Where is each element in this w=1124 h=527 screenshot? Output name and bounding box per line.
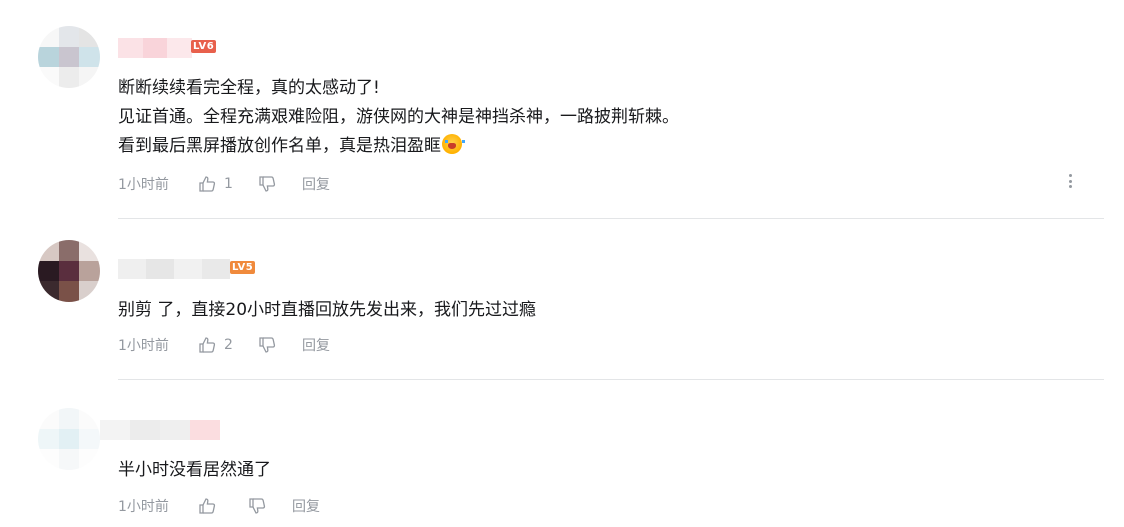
more-options-icon[interactable] (1062, 173, 1078, 189)
comment-item: LV6 断断续续看完全程，真的太感动了! 见证首通。全程充满艰难险阻，游侠网的大… (0, 0, 1124, 220)
level-badge: LV5 (230, 261, 256, 274)
comment-line: 见证首通。全程充满艰难险阻，游侠网的大神是神挡杀神，一路披荆斩棘。 (118, 107, 679, 127)
comment-line: 别剪 了，直接20小时直播回放先发出来，我们先过过瘾 (118, 300, 537, 320)
comment-meta: 1小时前 1 回复 (118, 173, 330, 195)
thumbs-up-icon (199, 337, 216, 353)
avatar[interactable] (38, 408, 100, 470)
comment-time: 1小时前 (118, 338, 169, 354)
comment-line: 半小时没看居然通了 (118, 460, 271, 480)
comment-time: 1小时前 (118, 499, 169, 515)
crying-emoji-icon (442, 134, 465, 154)
dislike-button[interactable] (248, 497, 292, 515)
username-blurred[interactable] (118, 259, 230, 279)
comment-item: 半小时没看居然通了 1小时前 回复 (0, 380, 1124, 527)
comment-line: 看到最后黑屏播放创作名单，真是热泪盈眶 (118, 132, 679, 161)
reply-button[interactable]: 回复 (302, 335, 330, 355)
comment-meta: 1小时前 回复 (118, 495, 320, 517)
like-button[interactable] (198, 497, 248, 515)
comment-meta: 1小时前 2 回复 (118, 334, 330, 356)
comment-time: 1小时前 (118, 177, 169, 193)
dislike-button[interactable] (258, 175, 302, 193)
like-count: 1 (224, 176, 233, 192)
divider (118, 218, 1104, 219)
level-badge: LV6 (191, 40, 217, 53)
avatar[interactable] (38, 240, 100, 302)
username-blurred[interactable] (118, 38, 193, 58)
thumbs-up-icon (199, 498, 216, 514)
dislike-button[interactable] (258, 336, 302, 354)
thumbs-down-icon (249, 498, 266, 514)
reply-button[interactable]: 回复 (292, 496, 320, 516)
comment-line: 断断续续看完全程，真的太感动了! (118, 78, 380, 98)
comment-text: 半小时没看居然通了 (118, 456, 271, 485)
username-blurred[interactable] (100, 420, 220, 440)
like-button[interactable]: 2 (198, 336, 258, 354)
comment-text: 别剪 了，直接20小时直播回放先发出来，我们先过过瘾 (118, 296, 536, 325)
like-count: 2 (224, 337, 233, 353)
like-button[interactable]: 1 (198, 175, 258, 193)
thumbs-down-icon (259, 337, 276, 353)
thumbs-down-icon (259, 176, 276, 192)
thumbs-up-icon (199, 176, 216, 192)
reply-button[interactable]: 回复 (302, 174, 330, 194)
comment-item: LV5 别剪 了，直接20小时直播回放先发出来，我们先过过瘾 1小时前 2 回复 (0, 220, 1124, 380)
comment-text: 断断续续看完全程，真的太感动了! 见证首通。全程充满艰难险阻，游侠网的大神是神挡… (118, 74, 679, 161)
avatar[interactable] (38, 26, 100, 88)
